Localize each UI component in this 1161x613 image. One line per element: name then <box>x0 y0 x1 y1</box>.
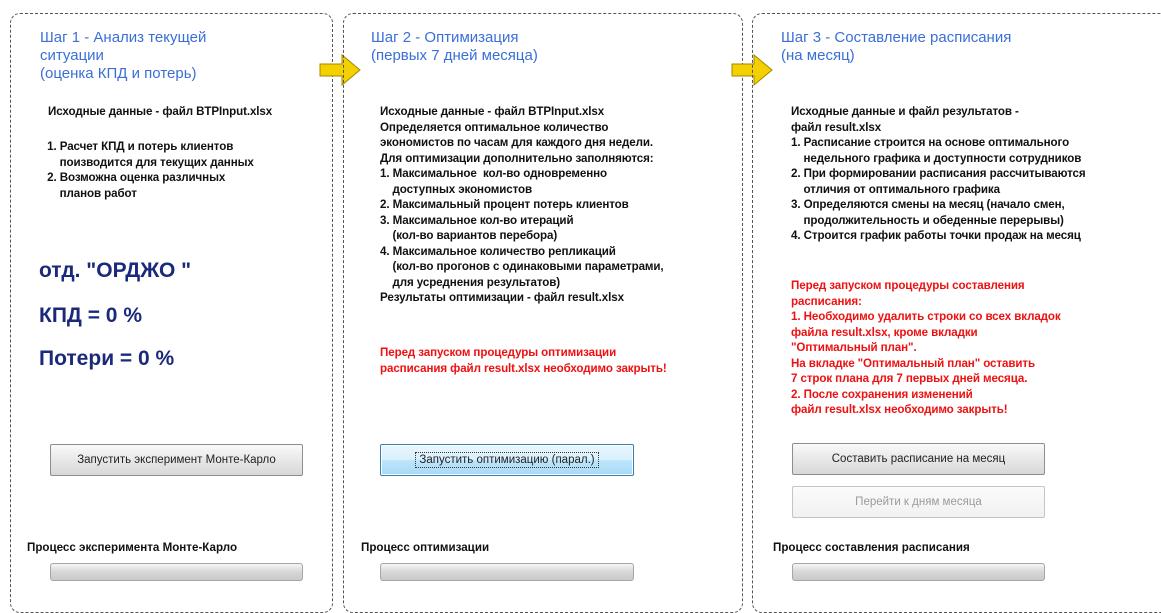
monte-carlo-progress-bar <box>50 563 303 581</box>
optimization-button[interactable]: Запустить оптимизацию (парал.) <box>380 444 634 476</box>
go-to-days-button[interactable]: Перейти к дням месяца <box>792 486 1045 518</box>
optimization-button-label: Запустить оптимизацию (парал.) <box>415 452 599 468</box>
step2-progress-label: Процесс оптимизации <box>361 541 490 554</box>
step2-body: Исходные данные - файл BTPInput.xlsx Опр… <box>380 105 664 304</box>
optimization-progress-bar <box>380 563 634 581</box>
step2-warning: Перед запуском процедуры оптимизации рас… <box>380 346 667 375</box>
step1-progress-label: Процесс эксперимента Монте-Карло <box>27 541 238 554</box>
step3-warning: Перед запуском процедуры составления рас… <box>791 279 1061 416</box>
dept-name: отд. "ОРДЖО " <box>39 259 192 282</box>
step2-panel <box>343 13 743 613</box>
step1-input-text: Исходные данные - файл BTPInput.xlsx <box>48 105 273 118</box>
step2-title: Шаг 2 - Оптимизация (первых 7 дней месяц… <box>371 29 538 64</box>
step1-title: Шаг 1 - Анализ текущей ситуации (оценка … <box>40 29 207 82</box>
step3-body: Исходные данные и файл результатов - фай… <box>791 105 1086 242</box>
monte-carlo-button[interactable]: Запустить эксперимент Монте-Карло <box>50 444 303 476</box>
losses-value: Потери = 0 % <box>39 347 175 370</box>
step1-items: 1. Расчет КПД и потерь клиентов поизводи… <box>47 140 254 200</box>
kpd-value: КПД = 0 % <box>39 304 142 327</box>
schedule-month-button[interactable]: Составить расписание на месяц <box>792 443 1045 475</box>
schedule-progress-bar <box>792 563 1045 581</box>
step3-progress-label: Процесс составления расписания <box>773 541 970 554</box>
step3-title: Шаг 3 - Составление расписания (на месяц… <box>781 29 1012 64</box>
